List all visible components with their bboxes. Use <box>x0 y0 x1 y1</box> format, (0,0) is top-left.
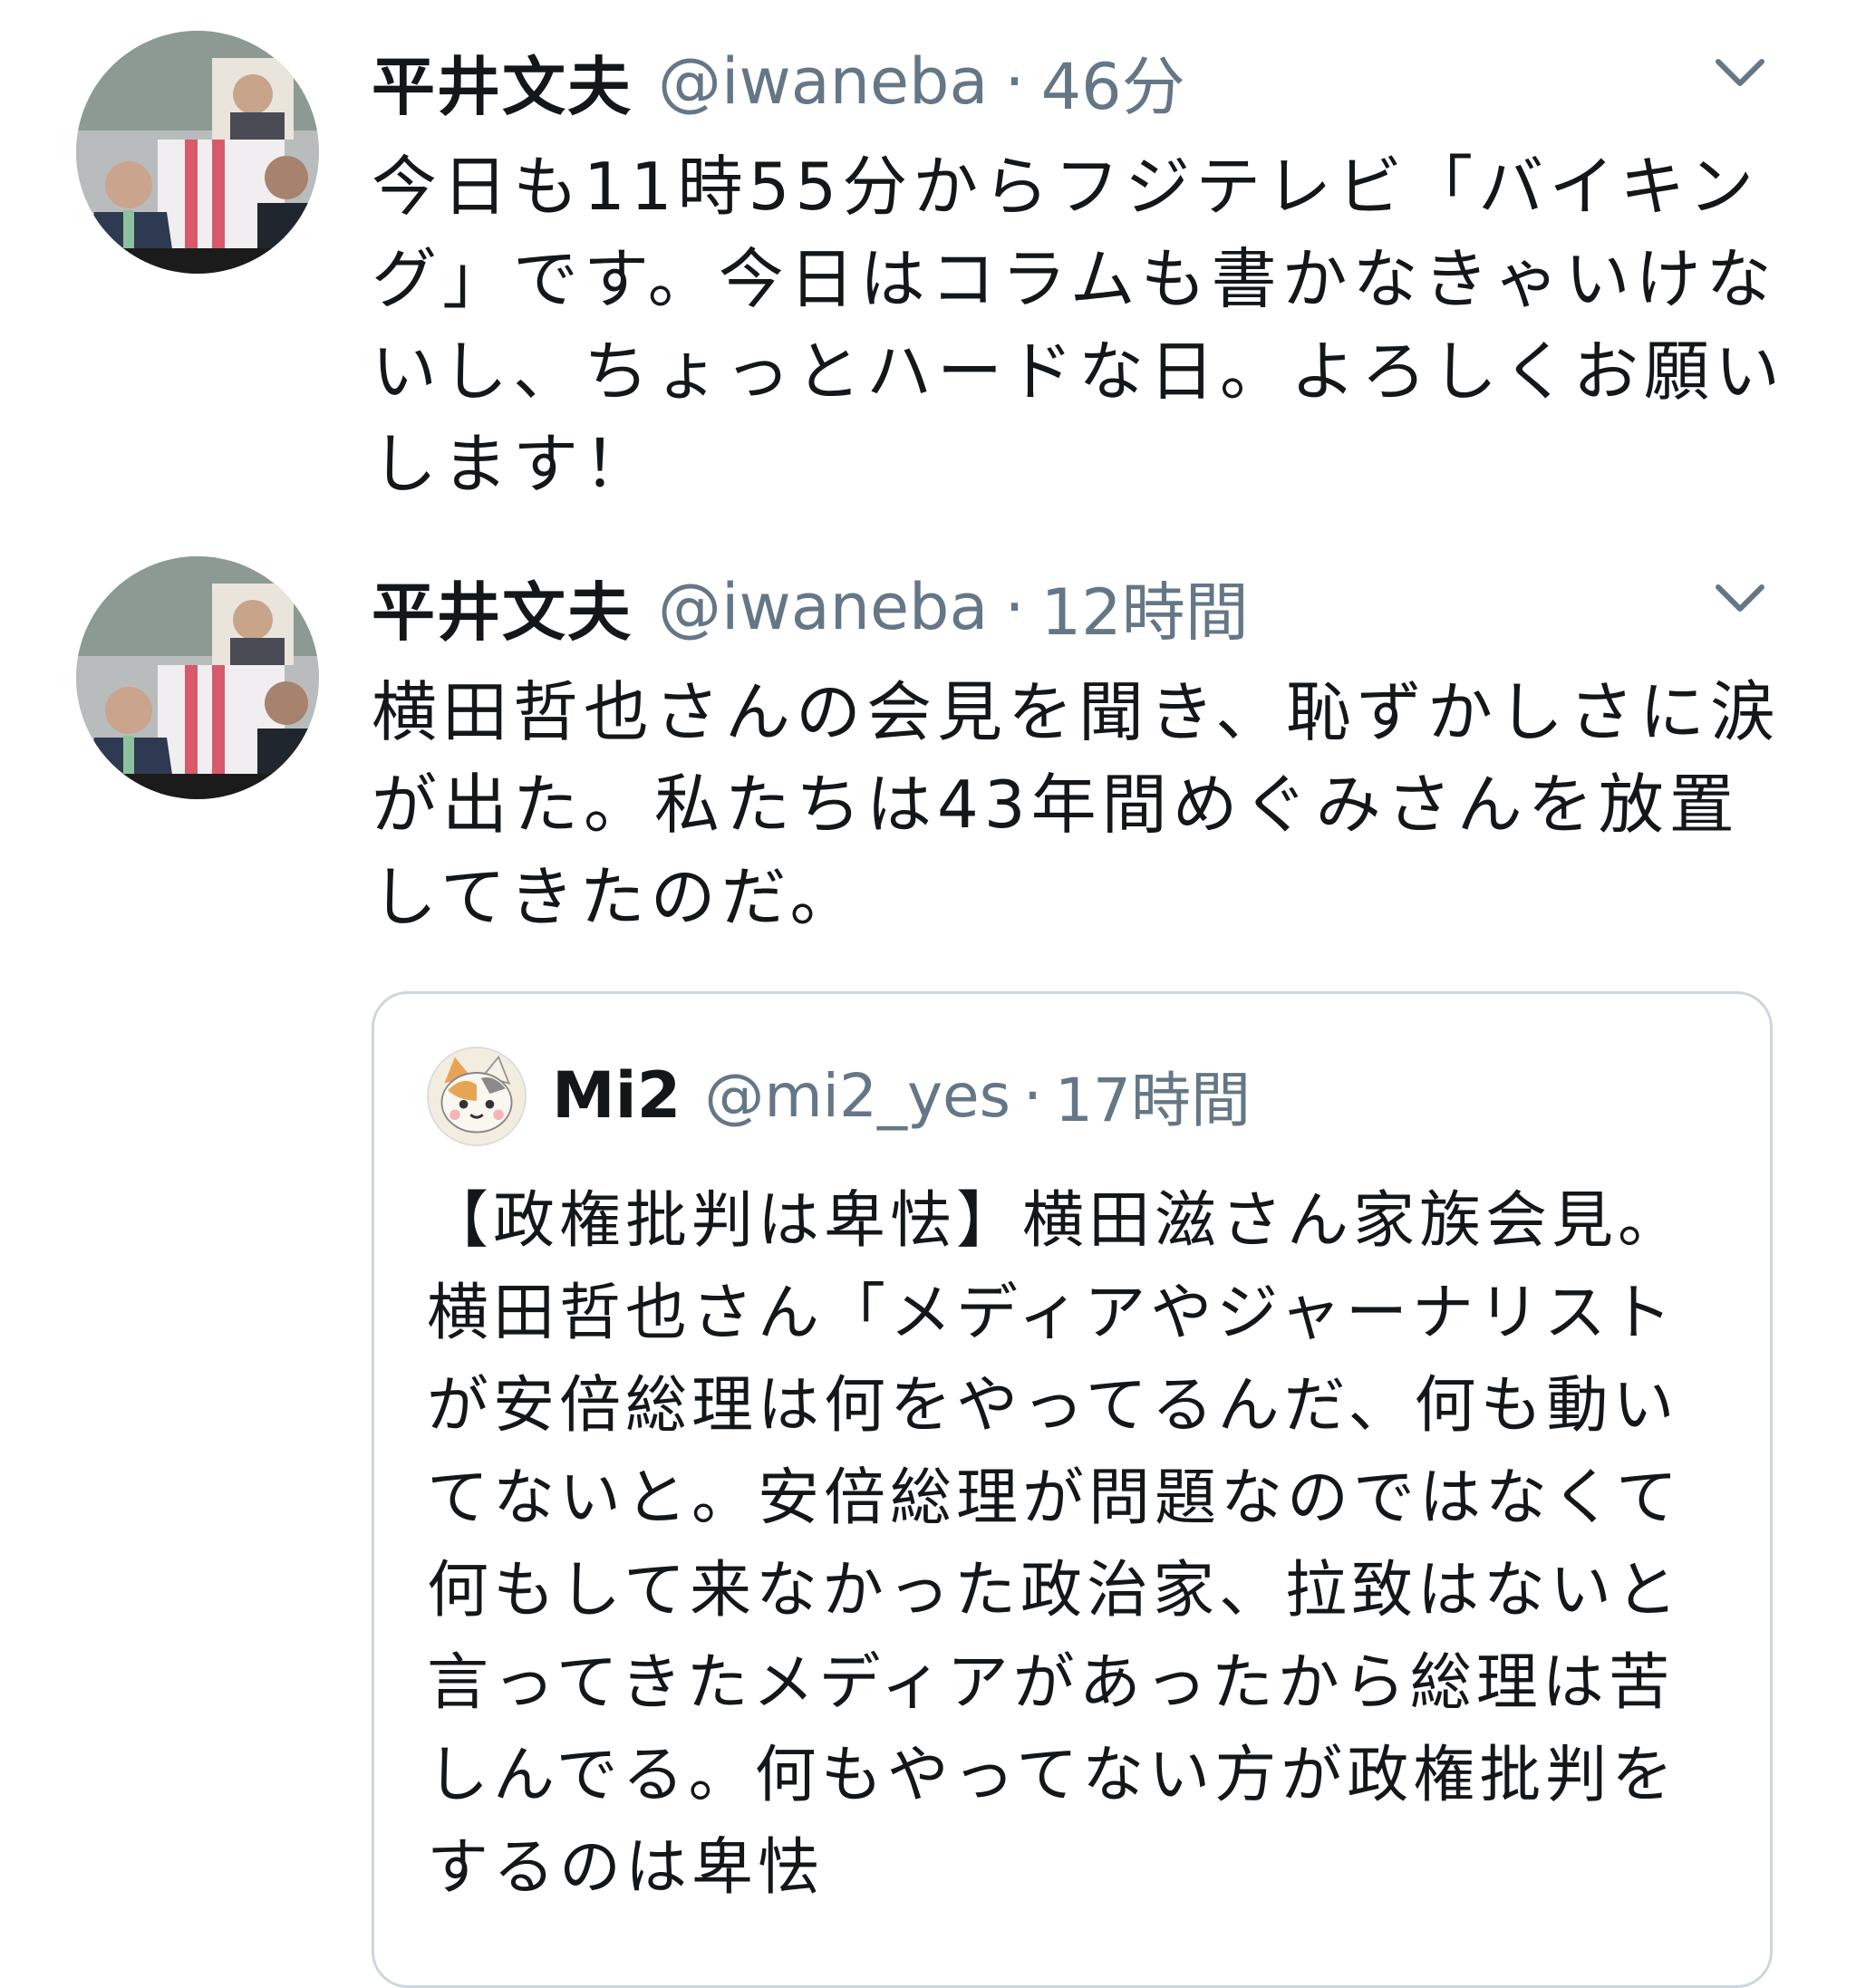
author-name[interactable]: 平井文夫 <box>372 36 633 128</box>
cat-avatar-icon[interactable] <box>427 1047 527 1146</box>
chevron-down-icon[interactable] <box>1713 54 1767 91</box>
quoted-author-name[interactable]: Mi2 <box>552 1058 681 1133</box>
author-handle[interactable]: @iwaneba <box>658 570 988 644</box>
chevron-down-icon[interactable] <box>1713 580 1767 616</box>
author-handle[interactable]: @iwaneba <box>658 44 988 119</box>
quoted-tweet-card[interactable]: Mi2 @mi2_yes · 17時間 【政権批判は卑怯】横田滋さん家族会見。横… <box>372 991 1773 1988</box>
separator-dot: · <box>1004 570 1025 644</box>
separator-dot: · <box>1023 1060 1043 1131</box>
tweet-text: 横田哲也さんの会見を聞き、恥ずかしさに涙が出た。私たちは43年間めぐみさんを放置… <box>372 674 1781 935</box>
tweet-header: 平井文夫 @iwaneba · 46分 <box>372 36 1185 127</box>
author-name[interactable]: 平井文夫 <box>372 562 633 653</box>
quoted-author-handle[interactable]: @mi2_yes <box>704 1061 1010 1131</box>
profile-photo-icon[interactable] <box>76 556 319 799</box>
tweet-text: 今日も11時55分からフジテレビ「バイキング」です。今日はコラムも書かなきゃいけ… <box>372 149 1786 502</box>
tweet-header: 平井文夫 @iwaneba · 12時間 <box>372 562 1249 652</box>
quoted-timestamp[interactable]: 17時間 <box>1055 1052 1251 1139</box>
separator-dot: · <box>1004 44 1025 119</box>
timestamp[interactable]: 46分 <box>1041 36 1185 128</box>
profile-photo-icon[interactable] <box>76 31 319 274</box>
timestamp[interactable]: 12時間 <box>1041 562 1249 653</box>
quoted-tweet-header: Mi2 @mi2_yes · 17時間 <box>552 1050 1251 1141</box>
quoted-tweet-text: 【政権批判は卑怯】横田滋さん家族会見。横田哲也さん「メディアやジャーナリストが安… <box>427 1185 1685 1904</box>
